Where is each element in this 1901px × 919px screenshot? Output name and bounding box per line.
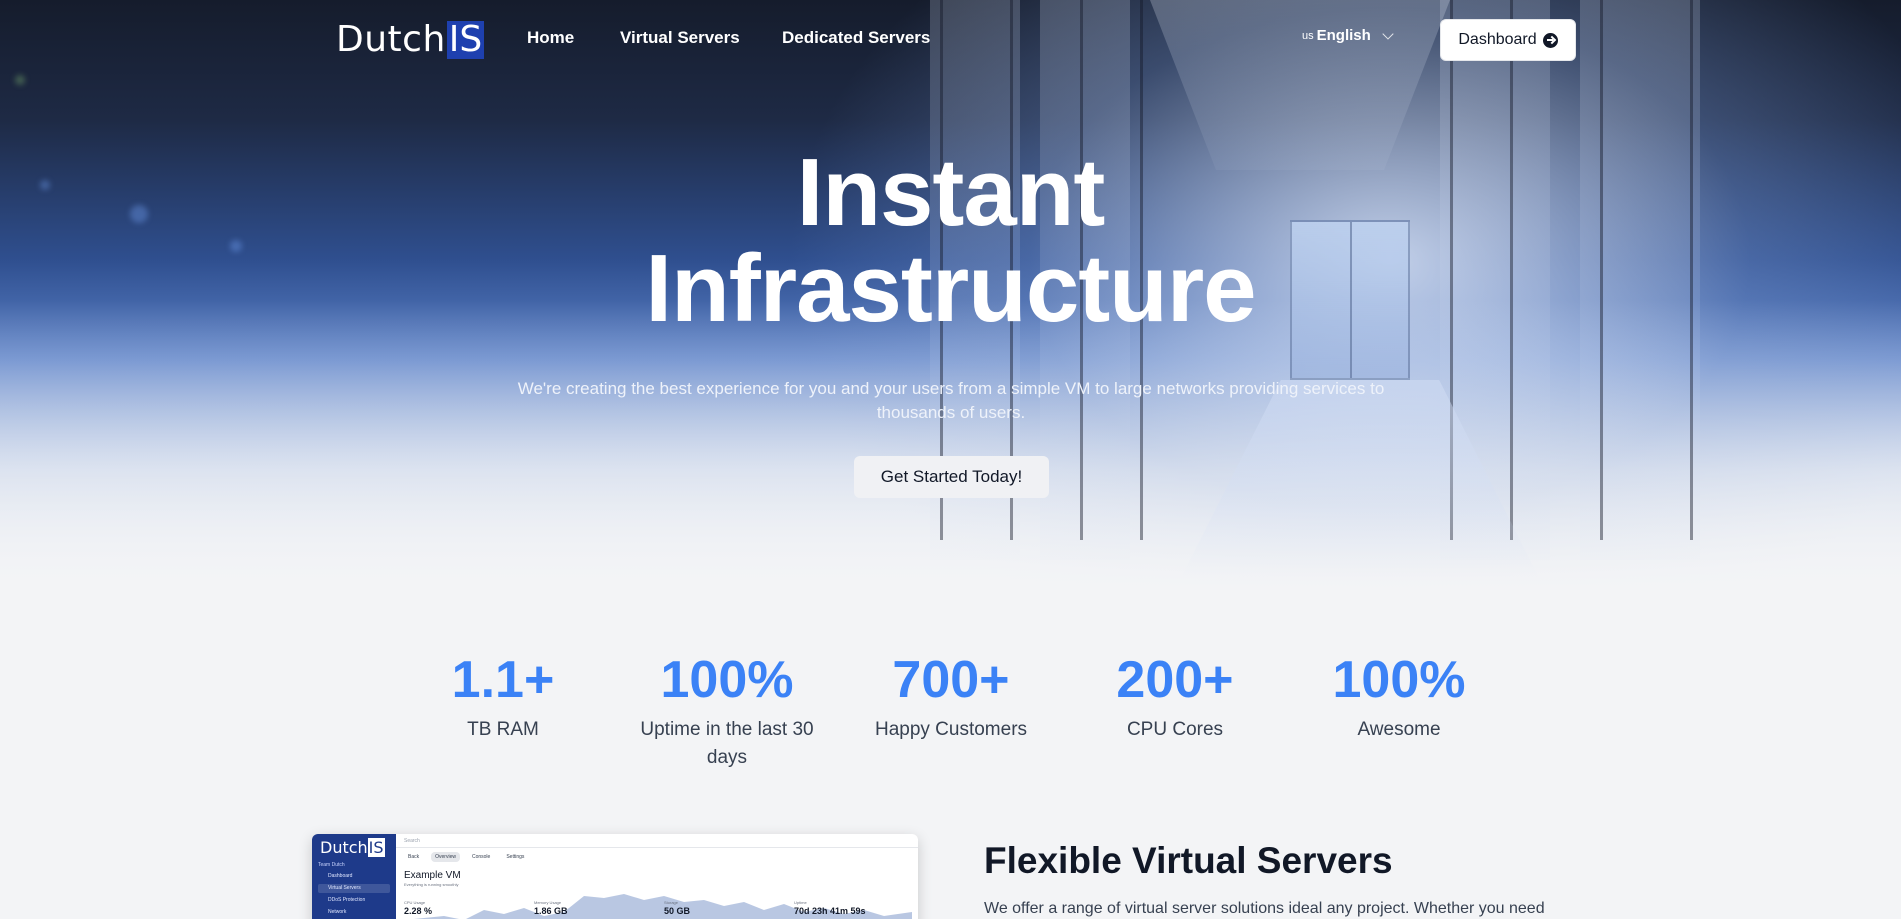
preview-nav-item: Virtual Servers xyxy=(318,884,390,893)
flag-icon: us xyxy=(1302,29,1314,42)
stat-ram: 1.1+ TB RAM xyxy=(403,652,603,744)
dashboard-preview-image: DutchIS Team Dutch Dashboard Virtual Ser… xyxy=(312,834,918,919)
stat-label: Uptime in the last 30 days xyxy=(640,719,814,768)
language-label: English xyxy=(1316,27,1371,44)
preview-card: Uptime 70d 23h 41m 59s xyxy=(794,900,866,916)
stat-label: CPU Cores xyxy=(1126,719,1224,740)
preview-card: Storage 50 GB xyxy=(664,900,691,916)
stat-value: 700+ xyxy=(892,651,1010,709)
preview-nav-item: DDoS Protection xyxy=(328,897,366,903)
stat-label: Happy Customers xyxy=(874,719,1028,740)
dutchis-logo[interactable]: Dutch IS xyxy=(336,19,485,60)
preview-tabs: Back Overview Console Settings xyxy=(408,852,525,862)
preview-card: Memory Usage 1.86 GB xyxy=(534,900,568,916)
hero-title-line1: Instant xyxy=(796,139,1106,246)
nav-link-home[interactable]: Home xyxy=(527,28,574,48)
stat-label: Awesome xyxy=(1357,719,1441,740)
stat-customers: 700+ Happy Customers xyxy=(851,652,1051,744)
stat-value: 1.1+ xyxy=(451,651,555,709)
nav-link-virtual-servers[interactable]: Virtual Servers xyxy=(620,28,740,48)
preview-vm-subtitle: Everything is running smoothly xyxy=(404,882,459,887)
get-started-button[interactable]: Get Started Today! xyxy=(854,456,1049,498)
preview-nav-item: Dashboard xyxy=(328,873,353,879)
hero-title: Instant Infrastructure xyxy=(0,145,1901,337)
arrow-right-circle-icon xyxy=(1542,32,1558,48)
top-navigation: Dutch IS Home Virtual Servers Dedicated S… xyxy=(0,0,1901,80)
feature-text: We offer a range of virtual server solut… xyxy=(984,900,1545,917)
chevron-down-icon xyxy=(1382,27,1394,40)
preview-card: CPU Usage 2.28 % xyxy=(404,900,433,916)
hero-title-line2: Infrastructure xyxy=(645,235,1256,342)
dashboard-label: Dashboard xyxy=(1458,31,1537,48)
preview-nav-item: Network xyxy=(328,909,347,915)
stat-label: TB RAM xyxy=(467,719,539,740)
preview-logo: DutchIS xyxy=(320,838,385,857)
nav-link-dedicated-servers[interactable]: Dedicated Servers xyxy=(782,28,930,48)
preview-search: Search xyxy=(396,834,918,848)
stat-value: 100% xyxy=(660,651,794,709)
stat-value: 100% xyxy=(1332,651,1466,709)
logo-highlight: IS xyxy=(446,19,485,60)
preview-team: Team Dutch xyxy=(318,862,345,868)
hero-subtitle: We're creating the best experience for y… xyxy=(517,379,1385,422)
stat-uptime: 100% Uptime in the last 30 days xyxy=(627,652,827,772)
stat-awesome: 100% Awesome xyxy=(1299,652,1499,744)
stat-cpu: 200+ CPU Cores xyxy=(1075,652,1275,744)
preview-vm-title: Example VM xyxy=(404,870,461,881)
dashboard-button[interactable]: Dashboard xyxy=(1440,19,1576,61)
language-selector[interactable]: us English xyxy=(1302,27,1394,44)
feature-title: Flexible Virtual Servers xyxy=(984,840,1393,881)
stat-value: 200+ xyxy=(1116,651,1234,709)
logo-text: Dutch xyxy=(336,19,446,60)
preview-sidebar: DutchIS Team Dutch Dashboard Virtual Ser… xyxy=(312,834,396,919)
